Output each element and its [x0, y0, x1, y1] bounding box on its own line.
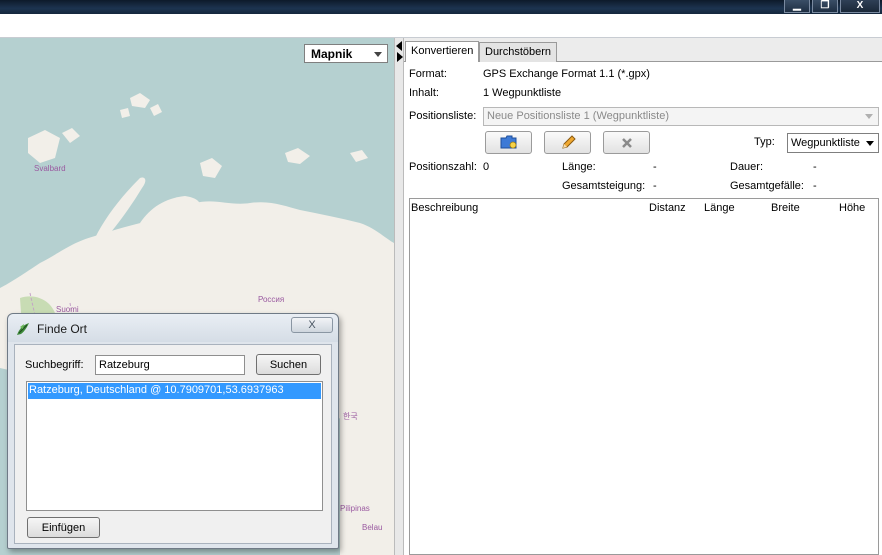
pencil-icon — [561, 134, 576, 149]
toolbar — [0, 14, 882, 38]
dialog-close-button[interactable]: X — [291, 317, 333, 333]
chevron-down-icon — [374, 52, 382, 57]
close-button[interactable]: X — [840, 0, 880, 13]
map-provider-select[interactable]: Mapnik — [304, 44, 388, 63]
map-label-korea: 한국 — [343, 412, 358, 421]
restore-icon: ❐ — [820, 0, 830, 11]
poslist-value: Neue Positionsliste 1 (Wegpunktliste) — [487, 110, 669, 122]
new-list-button[interactable] — [485, 131, 532, 154]
chevron-down-icon — [866, 141, 874, 146]
map-label-svalbard: Svalbard — [34, 164, 66, 173]
find-location-dialog: Finde Ort X Suchbegriff: Ratzeburg Suche… — [7, 313, 339, 549]
map-provider-value: Mapnik — [311, 47, 353, 61]
content-label: Inhalt: — [409, 87, 439, 99]
close-icon: X — [856, 0, 864, 11]
close-icon: X — [308, 319, 316, 331]
tab-bar: Konvertieren Durchstöbern — [404, 38, 882, 62]
collapse-left-icon[interactable] — [396, 41, 402, 51]
count-value: 0 — [483, 161, 490, 173]
duration-label: Dauer: — [730, 161, 764, 173]
new-siberian-islands — [285, 148, 310, 164]
format-label: Format: — [409, 68, 447, 80]
edit-button[interactable] — [544, 131, 591, 154]
search-input-value: Ratzeburg — [99, 359, 150, 371]
map-label-philippines: Pilipinas — [340, 504, 370, 513]
list-item[interactable]: Ratzeburg, Deutschland @ 10.7909701,53.6… — [28, 383, 321, 399]
dialog-body: Suchbegriff: Ratzeburg Suchen Ratzeburg,… — [14, 344, 332, 544]
dialog-title: Finde Ort — [37, 322, 88, 336]
svalbard-islands — [28, 130, 60, 163]
type-value: Wegpunktliste — [791, 137, 860, 149]
descent-value: - — [813, 180, 817, 192]
window-title-bar: ▁ ❐ X — [0, 0, 882, 14]
content-value: 1 Wegpunktliste — [483, 87, 562, 99]
converter-panel: Konvertieren Durchstöbern Format: GPS Ex… — [404, 38, 882, 555]
search-label: Suchbegriff: — [25, 359, 84, 371]
positions-table[interactable]: Beschreibung Distanz Länge Breite Höhe — [409, 198, 879, 555]
column-header-breite[interactable]: Breite — [771, 202, 800, 214]
new-folder-icon — [500, 135, 516, 149]
count-label: Positionszahl: — [409, 161, 477, 173]
column-header-hoehe[interactable]: Höhe — [839, 202, 865, 214]
map-label-palau: Belau — [362, 523, 383, 532]
delete-x-icon — [621, 137, 632, 148]
descent-label: Gesamtgefälle: — [730, 180, 804, 192]
severnaya-zemlya — [200, 158, 222, 178]
tab-durchstoebern[interactable]: Durchstöbern — [479, 42, 558, 62]
app-logo-icon — [17, 323, 29, 335]
collapse-right-icon[interactable] — [397, 52, 403, 62]
delete-button[interactable] — [603, 131, 650, 154]
column-header-laenge[interactable]: Länge — [704, 202, 735, 214]
type-select[interactable]: Wegpunktliste — [787, 133, 879, 153]
dialog-title-bar[interactable]: Finde Ort X — [8, 314, 338, 342]
type-label: Typ: — [754, 136, 775, 148]
search-input[interactable]: Ratzeburg — [95, 355, 245, 375]
duration-value: - — [813, 161, 817, 173]
map-label-russia: Россия — [258, 295, 285, 304]
poslist-label: Positionsliste: — [409, 110, 477, 122]
ascent-value: - — [653, 180, 657, 192]
minimize-button[interactable]: ▁ — [784, 0, 810, 13]
tab-konvertieren[interactable]: Konvertieren — [405, 41, 480, 62]
poslist-select[interactable]: Neue Positionsliste 1 (Wegpunktliste) — [483, 107, 879, 126]
results-list[interactable]: Ratzeburg, Deutschland @ 10.7909701,53.6… — [26, 381, 323, 511]
column-header-distanz[interactable]: Distanz — [649, 202, 686, 214]
restore-button[interactable]: ❐ — [812, 0, 838, 13]
franz-josef-land — [120, 93, 162, 118]
split-pane-divider[interactable] — [394, 38, 404, 555]
chevron-down-icon — [865, 114, 873, 119]
length-label: Länge: — [562, 161, 596, 173]
column-header-beschreibung[interactable]: Beschreibung — [411, 202, 478, 214]
insert-button[interactable]: Einfügen — [27, 517, 100, 538]
format-value: GPS Exchange Format 1.1 (*.gpx) — [483, 68, 650, 80]
minimize-icon: ▁ — [793, 0, 801, 11]
ascent-label: Gesamtsteigung: — [562, 180, 646, 192]
window-controls: ▁ ❐ X — [784, 0, 882, 14]
length-value: - — [653, 161, 657, 173]
search-button[interactable]: Suchen — [256, 354, 321, 375]
